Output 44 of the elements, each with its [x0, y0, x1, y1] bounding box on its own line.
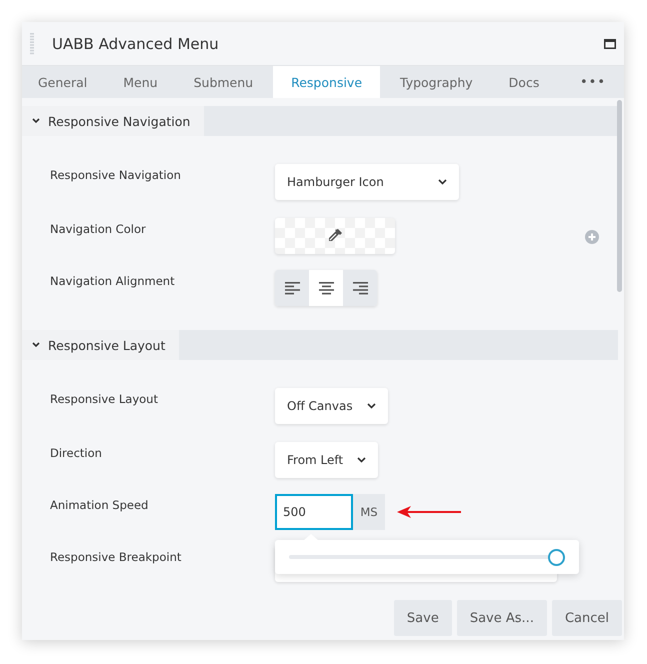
footer-button[interactable]: Cancel: [552, 600, 622, 636]
section-toggle[interactable]: Responsive Layout: [22, 330, 180, 360]
arrow-annotation: [397, 506, 461, 518]
add-icon[interactable]: [585, 230, 599, 244]
tab[interactable]: Typography: [384, 66, 489, 98]
maximize-icon[interactable]: [604, 38, 616, 48]
more-tabs-button[interactable]: •••: [574, 66, 612, 98]
caret-icon: [366, 403, 376, 409]
align-left-icon: [284, 282, 300, 294]
alignment-button[interactable]: [275, 270, 309, 306]
field-label: Navigation Color: [50, 221, 147, 236]
color-picker[interactable]: [275, 218, 395, 254]
field-label: Responsive Navigation: [50, 167, 182, 182]
field-label: Direction: [50, 445, 103, 460]
dropdown[interactable]: Off Canvas: [275, 388, 388, 424]
chevron-icon: [32, 118, 40, 124]
window-title: UABB Advanced Menu: [52, 34, 220, 52]
align-right-icon: [352, 282, 368, 294]
tab[interactable]: Menu: [107, 66, 174, 98]
slider-thumb[interactable]: [548, 548, 565, 566]
drag-handle-icon[interactable]: [30, 32, 34, 54]
field-label: Responsive Breakpoint: [50, 549, 182, 564]
caret-icon: [438, 179, 447, 185]
chevron-icon: [32, 342, 40, 348]
footer-button[interactable]: Save As...: [456, 600, 547, 636]
tab[interactable]: Responsive: [273, 66, 380, 98]
tab[interactable]: Submenu: [178, 66, 270, 98]
scrollbar[interactable]: [617, 100, 622, 292]
speed-input[interactable]: 500: [275, 494, 353, 530]
tab[interactable]: Docs: [492, 66, 556, 98]
unit-label: MS: [353, 494, 385, 530]
alignment-button[interactable]: [343, 270, 377, 306]
caret-icon: [357, 457, 366, 463]
field-label: Navigation Alignment: [50, 273, 176, 288]
alignment-button[interactable]: [309, 270, 343, 306]
align-center-icon: [318, 282, 334, 294]
dropdown[interactable]: From Left: [275, 442, 378, 478]
field-label: Responsive Layout: [50, 391, 159, 406]
section-toggle[interactable]: Responsive Navigation: [22, 106, 204, 136]
tab[interactable]: General: [22, 66, 104, 98]
dropdown[interactable]: Hamburger Icon: [275, 164, 459, 200]
field-label: Animation Speed: [50, 497, 150, 512]
footer-button[interactable]: Save: [394, 600, 452, 636]
slider-track[interactable]: [289, 548, 565, 566]
